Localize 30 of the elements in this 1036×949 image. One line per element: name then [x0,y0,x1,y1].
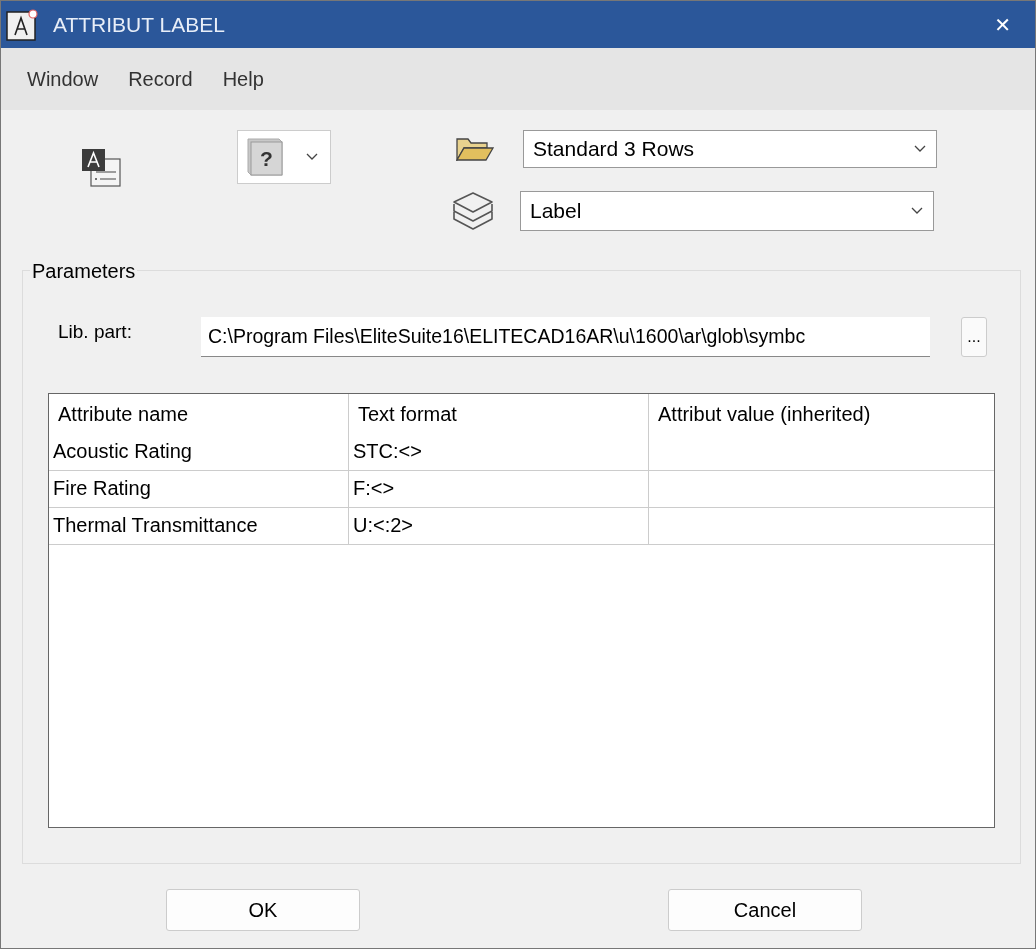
column-header[interactable]: Attribut value (inherited) [649,394,994,434]
close-button[interactable]: ✕ [988,10,1017,39]
table-cell: STC:<> [349,434,649,470]
menu-item[interactable]: Help [222,67,264,91]
table-cell: F:<> [349,471,649,507]
browse-button[interactable]: ... [961,317,987,357]
folder-icon [456,137,494,161]
dialog-button[interactable]: Cancel [668,889,862,931]
label-style-icon [81,148,121,188]
table-cell: Acoustic Rating [49,434,349,470]
menu-item[interactable]: Record [128,67,193,91]
app-icon [6,8,38,41]
chevron-down-icon [306,153,318,161]
unknown-symbol-icon: ? [246,137,284,177]
table-cell: Thermal Transmittance [49,508,349,544]
field-label: Lib. part: [58,321,133,343]
table-cell: U:<:2> [349,508,649,544]
chevron-down-icon [911,207,923,215]
window-title: ATTRIBUT LABEL [53,12,225,37]
dialog-button[interactable]: OK [166,889,360,931]
template-dropdown[interactable]: Standard 3 Rows [523,130,937,168]
lib-part-field[interactable]: C:\Program Files\EliteSuite16\ELITECAD16AR\u\1600\ar\glob\symbc [201,317,930,357]
column-header[interactable]: Attribute name [49,394,349,434]
chevron-down-icon [914,145,926,153]
table-cell: Fire Rating [49,471,349,507]
menu-item[interactable]: Window [27,67,99,91]
column-header[interactable]: Text format [349,394,649,434]
layer-dropdown[interactable]: Label [520,191,934,231]
layers-icon [452,190,494,232]
symbol-dropdown-button[interactable]: ? [237,130,331,184]
